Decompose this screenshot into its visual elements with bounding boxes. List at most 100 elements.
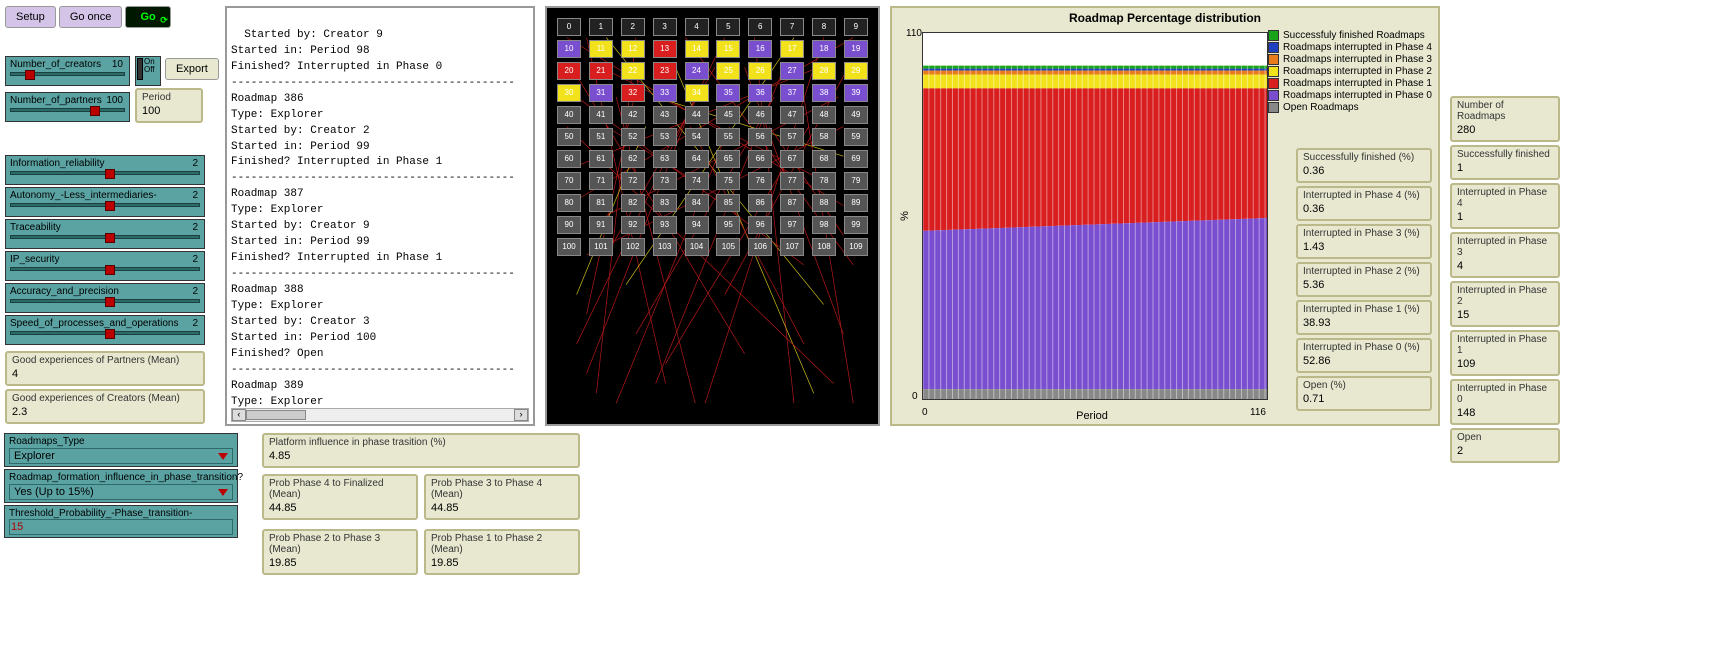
slider-autonomy[interactable]: Autonomy_-Less_intermediaries-2 [5, 187, 205, 217]
monitor-label: Open (%) [1303, 380, 1425, 391]
monitor-label: Interrupted in Phase 2 [1457, 285, 1553, 307]
chart-title: Roadmap Percentage distribution [892, 8, 1438, 28]
monitor-value: 0.36 [1303, 201, 1425, 217]
monitor-value: 1 [1457, 160, 1553, 176]
slider-label: Information_reliability [10, 158, 105, 169]
slider-value: 2 [192, 190, 198, 201]
legend-label: Roadmaps interrupted in Phase 1 [1283, 78, 1432, 89]
dropdown-label: Roadmap_formation_influence_in_phase_tra… [9, 472, 233, 483]
monitor-count-i0: Interrupted in Phase 0148 [1450, 379, 1560, 425]
monitor-label: Period [142, 92, 196, 103]
go-once-button[interactable]: Go once [59, 6, 123, 28]
slider-label: Traceability [10, 222, 61, 233]
slider-number-creators[interactable]: Number_of_creators 10 [5, 56, 130, 86]
export-button[interactable]: Export [165, 58, 219, 80]
monitor-value: 109 [1457, 356, 1553, 372]
world-view[interactable]: 0123456789101112131415161718192021222324… [545, 6, 880, 426]
slider-accuracy[interactable]: Accuracy_and_precision2 [5, 283, 205, 313]
go-button[interactable]: Go [125, 6, 170, 28]
x-axis-label: Period [1076, 410, 1108, 422]
monitor-pct-i4: Interrupted in Phase 4 (%)0.36 [1296, 186, 1432, 221]
input-threshold-probability[interactable]: Threshold_Probability_-Phase_transition- [4, 505, 238, 538]
monitor-value: 1 [1457, 209, 1553, 225]
monitor-count-open: Open2 [1450, 428, 1560, 463]
slider-speed[interactable]: Speed_of_processes_and_operations2 [5, 315, 205, 345]
monitor-value: 19.85 [269, 555, 411, 571]
roadmap-distribution-chart: Roadmap Percentage distribution Successf… [890, 6, 1440, 426]
slider-label: Accuracy_and_precision [10, 286, 119, 297]
monitor-label: Platform influence in phase trasition (%… [269, 437, 573, 448]
setup-button[interactable]: Setup [5, 6, 56, 28]
monitor-value: 0.36 [1303, 163, 1425, 179]
horizontal-scrollbar[interactable]: ‹ › [231, 408, 529, 422]
chart-plot-area [922, 32, 1268, 400]
chevron-down-icon [218, 453, 228, 460]
switch-off-label: Off [144, 65, 155, 74]
monitor-pct-i0: Interrupted in Phase 0 (%)52.86 [1296, 338, 1432, 373]
monitor-value: 5.36 [1303, 277, 1425, 293]
chart-legend: Successfuly finished Roadmaps Roadmaps i… [1268, 30, 1432, 114]
monitor-label: Number of Roadmaps [1457, 100, 1553, 122]
monitor-label: Open [1457, 432, 1553, 443]
monitor-label: Successfully finished (%) [1303, 152, 1425, 163]
export-switch[interactable]: OnOff [135, 56, 161, 86]
slider-label: IP_security [10, 254, 59, 265]
monitor-prob-p4-final: Prob Phase 4 to Finalized (Mean)44.85 [262, 474, 418, 520]
slider-info-reliability[interactable]: Information_reliability 2 [5, 155, 205, 185]
monitor-count-i1: Interrupted in Phase 1109 [1450, 330, 1560, 376]
ytick-bottom: 0 [912, 391, 918, 402]
slider-value: 2 [192, 318, 198, 329]
monitor-pct-i3: Interrupted in Phase 3 (%)1.43 [1296, 224, 1432, 259]
input-label: Threshold_Probability_-Phase_transition- [9, 508, 233, 519]
monitor-value: 19.85 [431, 555, 573, 571]
slider-traceability[interactable]: Traceability 2 [5, 219, 205, 249]
slider-value: 100 [106, 95, 123, 106]
monitor-label: Interrupted in Phase 1 [1457, 334, 1553, 356]
legend-label: Roadmaps interrupted in Phase 3 [1283, 54, 1432, 65]
legend-label: Roadmaps interrupted in Phase 2 [1283, 66, 1432, 77]
monitor-label: Good experiences of Creators (Mean) [12, 393, 198, 404]
monitor-number-roadmaps: Number of Roadmaps280 [1450, 96, 1560, 142]
monitor-label: Interrupted in Phase 4 (%) [1303, 190, 1425, 201]
slider-number-partners[interactable]: Number_of_partners 100 [5, 92, 130, 122]
monitor-value: 44.85 [269, 500, 411, 516]
slider-ip-security[interactable]: IP_security 2 [5, 251, 205, 281]
xtick-left: 0 [922, 407, 928, 418]
input-threshold-field[interactable] [9, 519, 233, 535]
legend-label: Roadmaps interrupted in Phase 4 [1283, 42, 1432, 53]
monitor-label: Interrupted in Phase 1 (%) [1303, 304, 1425, 315]
slider-value: 2 [192, 158, 198, 169]
scroll-thumb[interactable] [246, 410, 306, 420]
slider-label: Number_of_creators [10, 59, 101, 70]
scroll-left-icon[interactable]: ‹ [232, 409, 246, 421]
monitor-value: 2 [1457, 443, 1553, 459]
monitor-value: 0.71 [1303, 391, 1425, 407]
output-log[interactable]: Started by: Creator 9 Started in: Period… [225, 6, 535, 426]
monitor-good-exp-partners: Good experiences of Partners (Mean)4 [5, 351, 205, 386]
monitor-good-exp-creators: Good experiences of Creators (Mean)2.3 [5, 389, 205, 424]
slider-value: 2 [192, 222, 198, 233]
legend-label: Roadmaps interrupted in Phase 0 [1283, 90, 1432, 101]
monitor-value: 15 [1457, 307, 1553, 323]
monitor-pct-i2: Interrupted in Phase 2 (%)5.36 [1296, 262, 1432, 297]
slider-value: 10 [112, 59, 123, 70]
period-monitor: Period 100 [135, 88, 203, 123]
scroll-right-icon[interactable]: › [514, 409, 528, 421]
dropdown-roadmaps-type[interactable]: Roadmaps_Type Explorer [4, 433, 238, 467]
monitor-count-i3: Interrupted in Phase 34 [1450, 232, 1560, 278]
monitor-prob-p1-p2: Prob Phase 1 to Phase 2 (Mean)19.85 [424, 529, 580, 575]
monitor-prob-p2-p3: Prob Phase 2 to Phase 3 (Mean)19.85 [262, 529, 418, 575]
dropdown-roadmap-formation[interactable]: Roadmap_formation_influence_in_phase_tra… [4, 469, 238, 503]
monitor-label: Interrupted in Phase 0 [1457, 383, 1553, 405]
monitor-label: Interrupted in Phase 3 [1457, 236, 1553, 258]
monitor-value: 4 [1457, 258, 1553, 274]
slider-label: Number_of_partners [10, 95, 102, 106]
monitor-value: 100 [142, 103, 196, 119]
monitor-label: Interrupted in Phase 0 (%) [1303, 342, 1425, 353]
slider-value: 2 [192, 254, 198, 265]
dropdown-label: Roadmaps_Type [9, 436, 233, 447]
monitor-value: 148 [1457, 405, 1553, 421]
monitor-pct-i1: Interrupted in Phase 1 (%)38.93 [1296, 300, 1432, 335]
monitor-count-finished: Successfully finished1 [1450, 145, 1560, 180]
monitor-label: Interrupted in Phase 3 (%) [1303, 228, 1425, 239]
